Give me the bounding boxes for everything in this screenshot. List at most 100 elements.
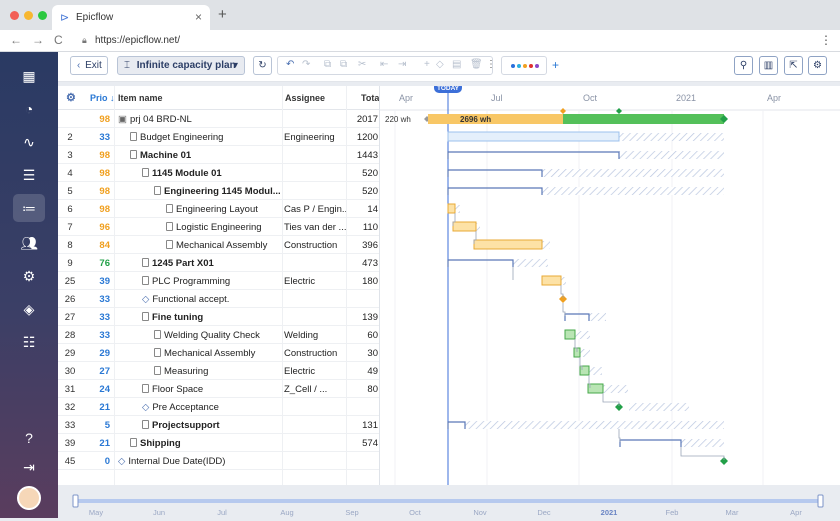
browser-tab[interactable]: ⊳ Epicflow × xyxy=(52,5,210,30)
calendar-icon[interactable]: ▥ xyxy=(759,56,778,75)
table-row[interactable]: 27 33 Fine tuning 139 xyxy=(58,308,379,326)
settings-icon[interactable]: ⚙ xyxy=(13,262,45,290)
add-milestone-icon[interactable]: ◇ xyxy=(436,59,444,70)
settings-icon[interactable]: ⚙ xyxy=(808,56,827,75)
copy-icon[interactable]: ⧉ xyxy=(324,59,331,70)
pulse-icon[interactable]: ∿ xyxy=(13,128,45,156)
assignee-cell[interactable]: Electric xyxy=(284,276,346,287)
cut-icon[interactable]: ✂ xyxy=(358,59,366,70)
url-field[interactable]: https://epicflow.net/ xyxy=(95,35,180,46)
plan-dropdown[interactable]: ⌶ Infinite capacity plan ▾ xyxy=(117,56,245,75)
table-icon[interactable]: ▦ xyxy=(13,62,45,90)
item-name[interactable]: Engineering Layout xyxy=(166,204,280,215)
item-name[interactable]: Budget Engineering xyxy=(130,132,280,143)
item-name[interactable]: Logistic Engineering xyxy=(166,222,280,233)
dashboard-icon[interactable]: ◔ xyxy=(13,95,45,123)
assignee-cell[interactable]: Welding xyxy=(284,330,346,341)
item-name-header[interactable]: Item name xyxy=(118,93,163,103)
item-name[interactable]: Projectsupport xyxy=(142,420,280,431)
back-button[interactable]: ← xyxy=(10,33,22,47)
item-name[interactable]: PLC Programming xyxy=(142,276,280,287)
paste-icon[interactable]: ⧉ xyxy=(340,59,347,70)
item-name[interactable]: Mechanical Assembly xyxy=(166,240,280,251)
item-name[interactable]: Mechanical Assembly xyxy=(154,348,280,359)
tab-close-icon[interactable]: × xyxy=(195,10,202,24)
note-icon[interactable]: ▤ xyxy=(452,59,461,70)
reports-icon[interactable]: ☷ xyxy=(13,328,45,356)
minimize-window-dot[interactable] xyxy=(24,11,33,20)
redo-icon[interactable]: ↷ xyxy=(302,59,310,70)
avatar[interactable] xyxy=(17,486,41,510)
table-row[interactable]: 39 21 Shipping 574 xyxy=(58,434,379,452)
assignee-cell[interactable]: Ties van der ... xyxy=(284,222,346,233)
table-row[interactable]: 3 98 Machine 01 1443 xyxy=(58,146,379,164)
assignee-cell[interactable]: Z_Cell / ... xyxy=(284,384,346,395)
item-name[interactable]: Engineering 1145 Modul... xyxy=(154,186,280,197)
browser-menu-icon[interactable]: ⋮ xyxy=(820,33,832,47)
table-row[interactable]: 32 21 ◇ Pre Acceptance xyxy=(58,398,379,416)
table-row[interactable]: 98 ▣ prj 04 BRD-NL 2017 xyxy=(58,110,379,128)
assignee-cell[interactable]: Construction xyxy=(284,348,346,359)
timeline-right-handle[interactable] xyxy=(817,494,824,508)
item-name[interactable]: Shipping xyxy=(130,438,280,449)
item-name[interactable]: Welding Quality Check xyxy=(154,330,280,341)
table-row[interactable]: 7 96 Logistic Engineering Ties van der ... 1… xyxy=(58,218,379,236)
total-header[interactable]: Tota xyxy=(361,93,379,103)
forward-button[interactable]: → xyxy=(32,33,44,47)
refresh-button[interactable]: ↻ xyxy=(253,56,272,75)
item-name[interactable]: 1245 Part X01 xyxy=(142,258,280,269)
table-row[interactable]: 5 98 Engineering 1145 Modul... 520 xyxy=(58,182,379,200)
gantt-list-icon[interactable]: ≔ xyxy=(13,194,45,222)
more-icon[interactable]: ⋮ xyxy=(486,59,496,70)
table-row[interactable]: 33 5 Projectsupport 131 xyxy=(58,416,379,434)
item-name[interactable]: ◇ Functional accept. xyxy=(142,294,280,305)
filter-icon[interactable]: ⚲ xyxy=(734,56,753,75)
item-name[interactable]: Measuring xyxy=(154,366,280,377)
users-icon[interactable]: 👥︎ xyxy=(13,229,45,257)
item-name[interactable]: ▣ prj 04 BRD-NL xyxy=(118,114,280,125)
delete-icon[interactable]: 🗑︎ xyxy=(470,59,483,70)
exit-button[interactable]: ‹ Exit xyxy=(70,56,108,75)
table-row[interactable]: 25 39 PLC Programming Electric 180 xyxy=(58,272,379,290)
table-row[interactable]: 28 33 Welding Quality Check Welding 60 xyxy=(58,326,379,344)
column-settings-icon[interactable]: ⚙ xyxy=(66,91,76,104)
add-filter-button[interactable]: + xyxy=(552,58,559,72)
prio-header[interactable]: Prio ↓ xyxy=(90,93,115,103)
reload-button[interactable]: C xyxy=(54,33,63,47)
item-name[interactable]: 1145 Module 01 xyxy=(142,168,280,179)
item-name[interactable]: ◇ Internal Due Date(IDD) xyxy=(118,456,280,467)
assignee-cell[interactable]: Engineering xyxy=(284,132,346,143)
assignee-cell[interactable]: Construction xyxy=(284,240,346,251)
item-name[interactable]: ◇ Pre Acceptance xyxy=(142,402,280,413)
table-row[interactable]: 26 33 ◇ Functional accept. xyxy=(58,290,379,308)
layers-icon[interactable]: ◈ xyxy=(13,295,45,323)
color-filter[interactable] xyxy=(501,56,547,75)
logout-icon[interactable]: ⇥ xyxy=(13,453,45,481)
table-row[interactable]: 29 29 Mechanical Assembly Construction 30 xyxy=(58,344,379,362)
table-row[interactable]: 30 27 Measuring Electric 49 xyxy=(58,362,379,380)
table-row[interactable]: 2 33 Budget Engineering Engineering 1200 xyxy=(58,128,379,146)
item-name[interactable]: Floor Space xyxy=(142,384,280,395)
item-name[interactable]: Machine 01 xyxy=(130,150,280,161)
assignee-cell[interactable]: Cas P / Engin... xyxy=(284,204,346,215)
export-icon[interactable]: ⇱ xyxy=(784,56,803,75)
help-icon[interactable]: ? xyxy=(13,424,45,452)
table-row[interactable]: 45 0 ◇ Internal Due Date(IDD) xyxy=(58,452,379,470)
timeline-scroller[interactable]: May Jun Jul Aug Sep Oct Nov Dec 2021 Feb Mar Apr xyxy=(58,486,840,518)
new-tab-button[interactable]: + xyxy=(218,6,227,23)
table-row[interactable]: 6 98 Engineering Layout Cas P / Engin... 14 xyxy=(58,200,379,218)
assignee-header[interactable]: Assignee xyxy=(285,93,325,103)
list-icon[interactable]: ☰ xyxy=(13,161,45,189)
indent-icon[interactable]: ⇤ xyxy=(380,59,388,70)
table-row[interactable]: 4 98 1145 Module 01 520 xyxy=(58,164,379,182)
maximize-window-dot[interactable] xyxy=(38,11,47,20)
assignee-cell[interactable]: Electric xyxy=(284,366,346,377)
table-row[interactable]: 31 24 Floor Space Z_Cell / ... 80 xyxy=(58,380,379,398)
undo-icon[interactable]: ↶ xyxy=(286,59,294,70)
add-task-icon[interactable]: + xyxy=(424,59,430,70)
close-window-dot[interactable] xyxy=(10,11,19,20)
outdent-icon[interactable]: ⇥ xyxy=(398,59,406,70)
timeline-left-handle[interactable] xyxy=(72,494,79,508)
table-row[interactable]: 9 76 1245 Part X01 473 xyxy=(58,254,379,272)
table-row[interactable]: 8 84 Mechanical Assembly Construction 396 xyxy=(58,236,379,254)
